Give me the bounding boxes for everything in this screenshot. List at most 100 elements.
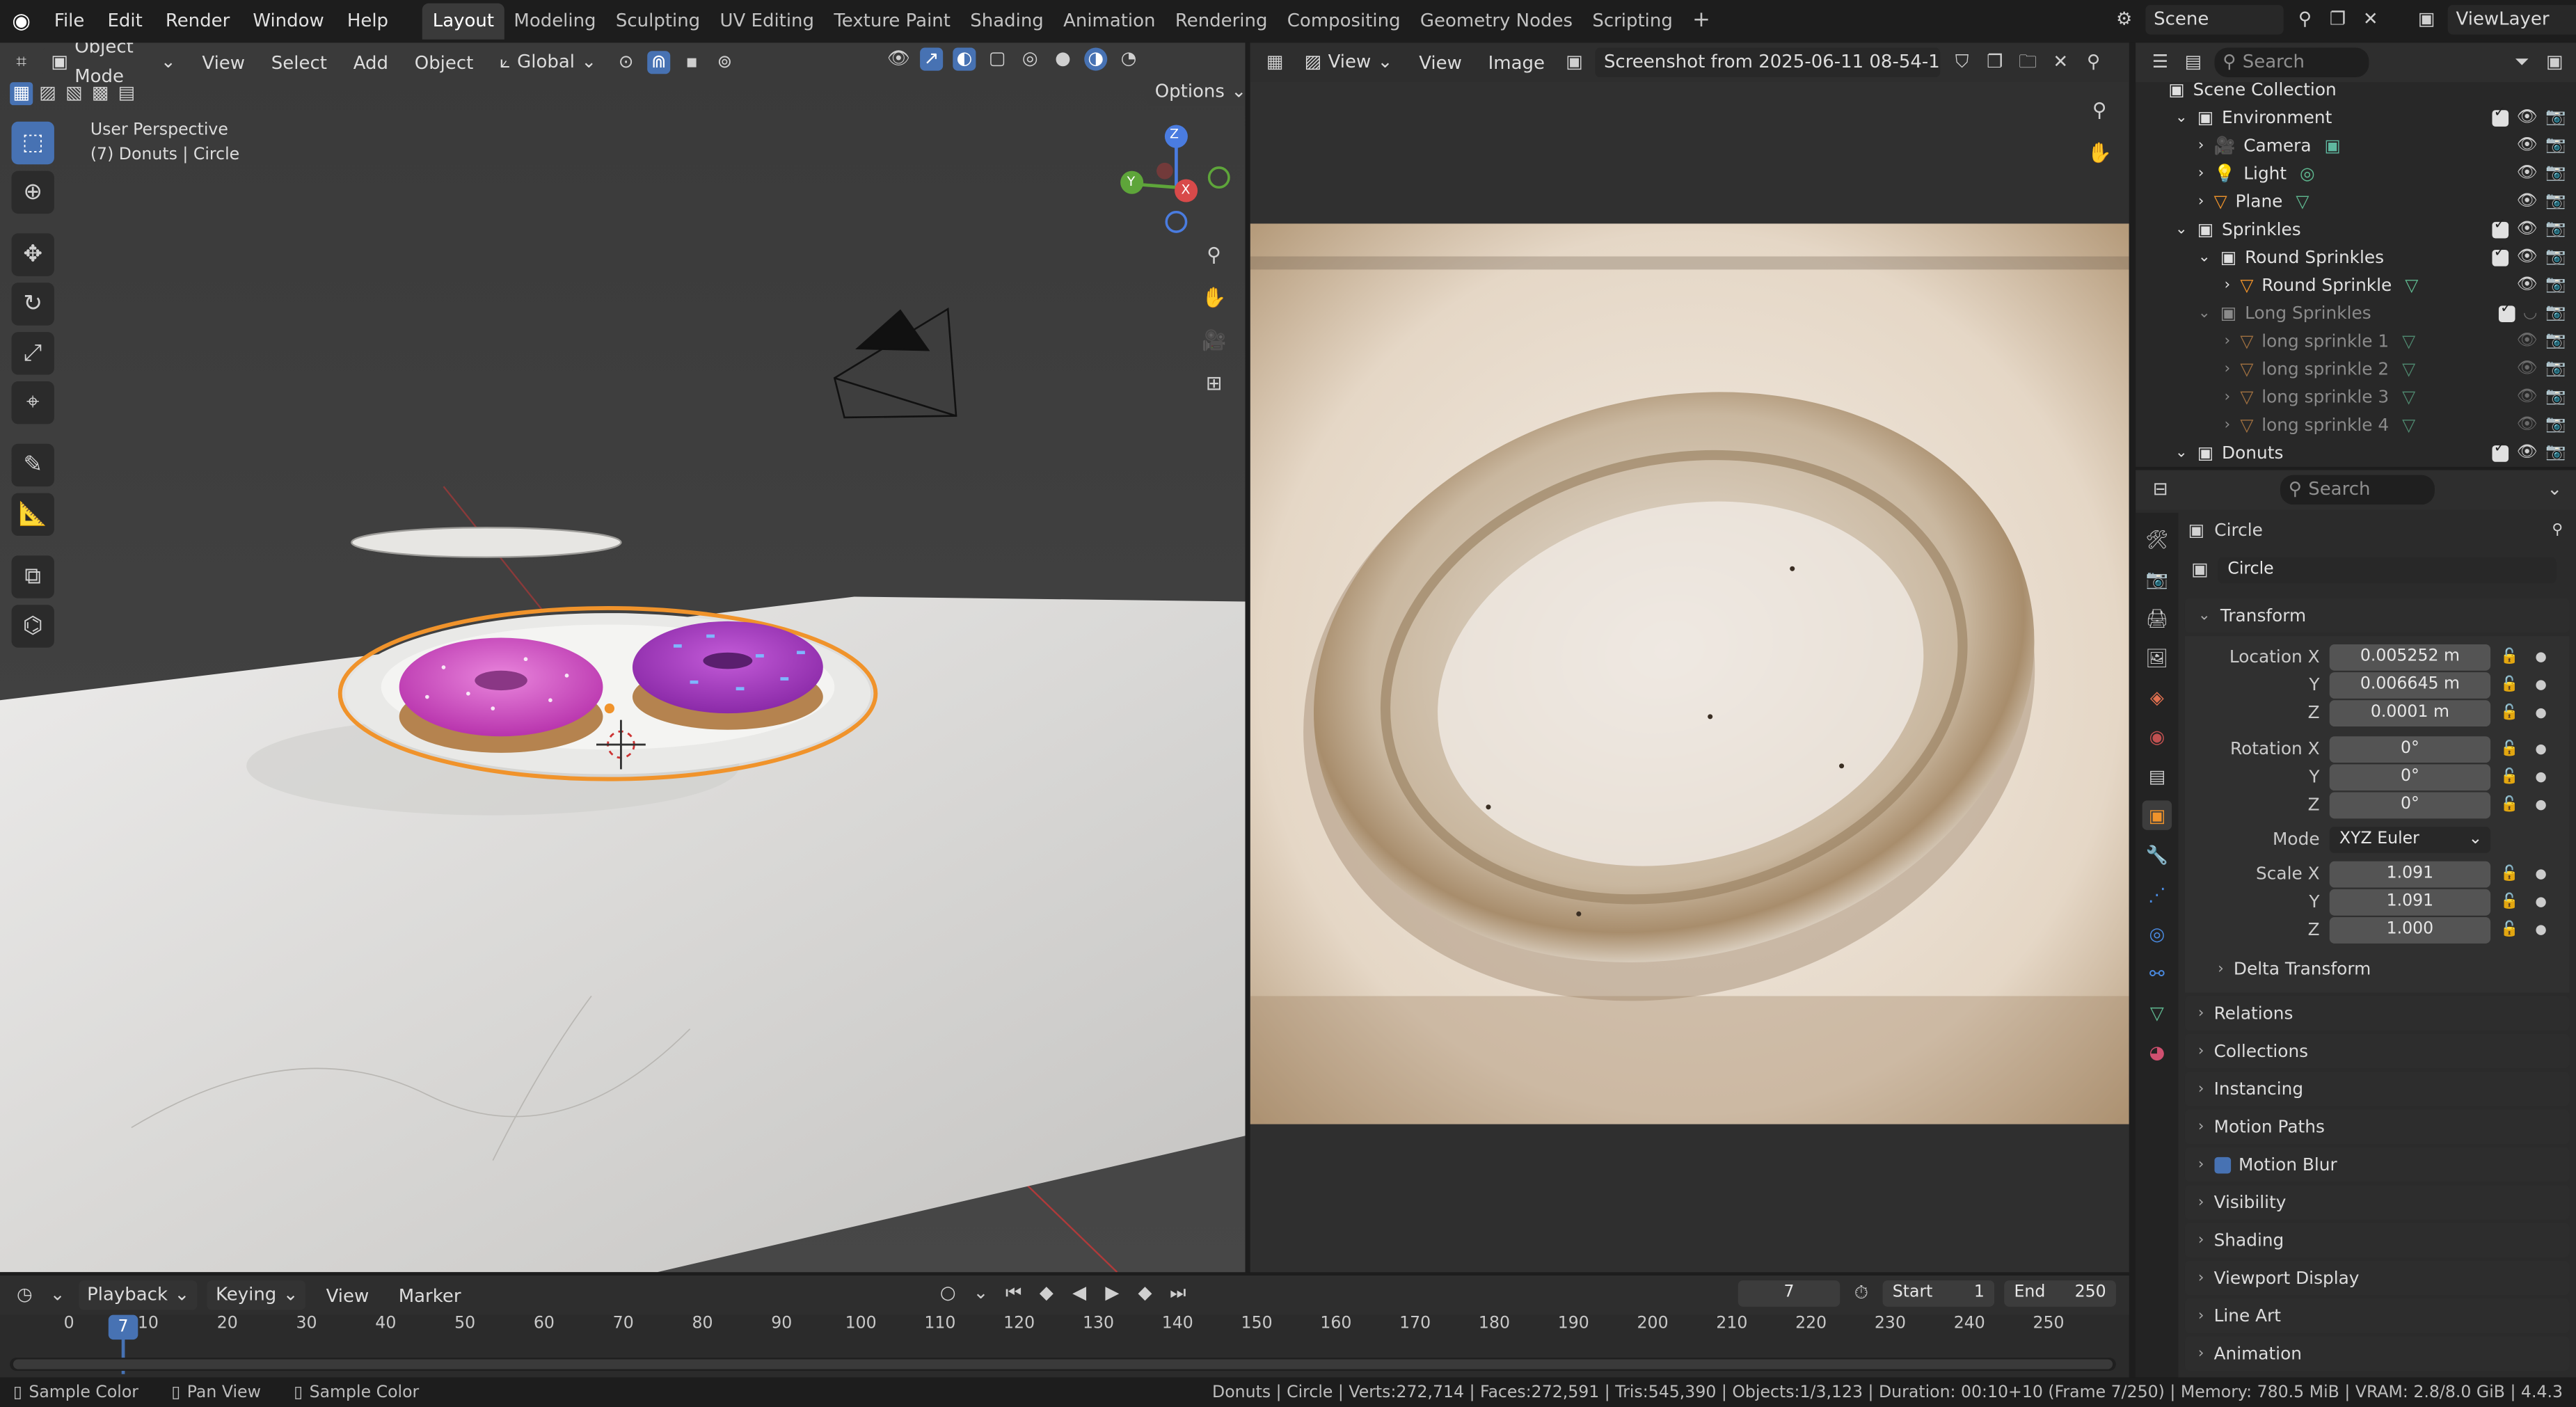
keyframe-dot-icon[interactable]: ● [2535,922,2546,937]
image-editor[interactable]: ▦ ▨ View ⌄ View Image ▣ Screenshot from 20… [1250,42,2129,1273]
blender-logo-icon[interactable]: ◉ [0,9,42,33]
camera-render-icon[interactable]: 📷 [2545,360,2566,378]
location-z-field[interactable]: 0.0001 m [2329,699,2491,726]
transform-tool-icon[interactable]: ⌖ [11,381,54,424]
motion-paths-panel[interactable]: › Motion Paths [2184,1109,2570,1145]
auto-keying-icon[interactable]: ○ [937,1282,960,1305]
visibility-icon[interactable]: 👁 [887,48,910,71]
output-tab-icon[interactable]: 🖨 [2142,603,2172,633]
outliner-item-long-sprinkle-2[interactable]: › ▽ long sprinkle 2 ▽ 👁 📷 [2136,355,2576,383]
menu-edit[interactable]: Edit [96,0,154,42]
camera-render-icon[interactable]: 📷 [2545,248,2566,267]
zoom-icon[interactable]: ⚲ [2081,92,2117,128]
clock-editor-icon[interactable]: ◷ [13,1284,36,1307]
annotate-tool-icon[interactable]: ✎ [11,443,54,487]
lock-icon[interactable]: 🔓 [2500,704,2518,721]
add-cube-tool-icon[interactable]: ⧉ [11,555,54,598]
keyframe-dot-icon[interactable]: ● [2535,741,2546,756]
camera-render-icon[interactable]: 📷 [2545,136,2566,154]
start-frame-field[interactable]: Start 1 [1882,1280,1995,1307]
motion-blur-checkbox[interactable] [2213,1156,2231,1173]
data-tab-icon[interactable]: ▽ [2142,998,2172,1028]
select-intersect-icon[interactable]: ▤ [115,82,138,105]
exclude-checkbox[interactable] [2492,244,2509,266]
3d-viewport[interactable]: ⌗ ▣ Object Mode ⌄ View Select Add Object ⟀… [0,42,1246,1273]
fake-user-shield-icon[interactable]: ⛉ [1950,51,1973,74]
keyframe-dot-icon[interactable]: ● [2535,769,2546,784]
eye-icon[interactable]: 👁 [2517,416,2538,434]
new-scene-icon[interactable]: ❐ [2326,8,2349,31]
playback-menu[interactable]: Playback ⌄ [79,1280,198,1310]
lock-icon[interactable]: 🔓 [2500,676,2518,693]
object-tab-icon[interactable]: ▣ [2142,800,2172,830]
timeline-menu-view[interactable]: View [316,1285,379,1306]
playhead-frame[interactable]: 7 [108,1314,138,1340]
animation-panel[interactable]: › Animation [2184,1336,2570,1371]
exclude-checkbox[interactable] [2492,216,2509,238]
mesh-data-icon[interactable]: ▽ [2296,191,2309,211]
rotate-tool-icon[interactable]: ↻ [11,283,54,326]
mode-dropdown[interactable]: ▣ Object Mode ⌄ [42,42,184,87]
outliner-item-camera[interactable]: › 🎥 Camera ▣ 👁 📷 [2136,132,2576,159]
properties-editor[interactable]: ⊟ ⚲ Search ⌄ 🛠 📷 🖨 🖼 ◈ ◉ ▤ ▣ 🔧 ⋰ ◎ ⚯ ▽ ◕ … [2136,470,2576,1378]
snap-target-icon[interactable]: ▪ [681,51,703,74]
editor-type-icon[interactable]: ⌗ [10,51,33,74]
chevron-down-icon[interactable]: ⌄ [46,1284,69,1307]
floating-plate[interactable] [351,527,622,558]
keyframe-dot-icon[interactable]: ● [2535,797,2546,812]
tab-animation[interactable]: Animation [1054,3,1166,40]
view-layer-tab-icon[interactable]: 🖼 [2142,643,2172,673]
solid-shading-icon[interactable]: ● [1051,48,1074,71]
unlink-image-icon[interactable]: ✕ [2049,51,2072,74]
xray-icon[interactable]: ▢ [986,48,1009,71]
lock-icon[interactable]: 🔓 [2500,740,2518,757]
rendered-shading-icon[interactable]: ◔ [1117,48,1140,71]
rotation-z-field[interactable]: 0° [2329,791,2491,818]
scale-z-field[interactable]: 1.000 [2329,916,2491,943]
exclude-checkbox[interactable] [2492,104,2509,126]
orientation-dropdown[interactable]: ⟀ Global ⌄ [491,48,605,78]
snap-icon[interactable]: ⋒ [647,51,671,74]
scene-tab-icon[interactable]: ◈ [2142,682,2172,712]
outliner-item-light[interactable]: › 💡 Light ◎ 👁 📷 [2136,159,2576,187]
camera-view-icon[interactable]: 🎥 [1196,322,1232,358]
properties-search-input[interactable]: ⚲ Search [2280,475,2435,505]
tab-modeling[interactable]: Modeling [504,3,605,40]
options-dropdown[interactable]: Options ⌄ [1146,79,1246,106]
object-name-field[interactable]: Circle [2218,557,2557,584]
keyframe-dot-icon[interactable]: ● [2535,677,2546,692]
tab-sculpting[interactable]: Sculpting [606,3,710,40]
collection-tab-icon[interactable]: ▤ [2142,761,2172,791]
constraints-tab-icon[interactable]: ⚯ [2142,958,2172,988]
play-icon[interactable]: ▶ [1101,1282,1124,1305]
visibility-panel[interactable]: › Visibility [2184,1185,2570,1220]
keyframe-dot-icon[interactable]: ● [2535,894,2546,909]
rotation-y-field[interactable]: 0° [2329,763,2491,790]
menu-help[interactable]: Help [335,0,399,42]
eye-icon[interactable]: 👁 [2517,276,2538,294]
lock-icon[interactable]: 🔓 [2500,893,2518,910]
editor-type-icon[interactable]: ⊟ [2149,478,2172,501]
eye-icon[interactable]: 👁 [2517,332,2538,350]
editor-type-icon[interactable]: ☰ [2149,51,2172,74]
light-data-icon[interactable]: ◎ [2300,164,2315,183]
mesh-data-icon[interactable]: ▽ [2402,331,2415,351]
object-browse-icon[interactable]: ▣ [2188,559,2211,582]
line-art-panel[interactable]: › Line Art [2184,1298,2570,1333]
select-subtract-icon[interactable]: ▧ [63,82,86,105]
extra-tool-icon[interactable]: ⌬ [11,605,54,648]
tab-geometry-nodes[interactable]: Geometry Nodes [1410,3,1582,40]
play-reverse-icon[interactable]: ◀ [1068,1282,1091,1305]
outliner-item-long-sprinkles[interactable]: ⌄ ▣ Long Sprinkles ◡ 📷 [2136,299,2576,327]
pan-hand-icon[interactable]: ✋ [2081,135,2117,171]
image-menu-view[interactable]: View [1410,51,1470,73]
location-x-field[interactable]: 0.005252 m [2329,643,2491,670]
keyframe-dot-icon[interactable]: ● [2535,705,2546,720]
eye-icon[interactable]: 👁 [2517,221,2538,239]
scale-y-field[interactable]: 1.091 [2329,888,2491,915]
area-divider[interactable] [1245,42,1250,1273]
menu-window[interactable]: Window [241,0,335,42]
view-layer-icon[interactable]: ▣ [2415,8,2438,31]
lock-icon[interactable]: 🔓 [2500,921,2518,938]
select-invert-icon[interactable]: ▩ [88,82,111,105]
